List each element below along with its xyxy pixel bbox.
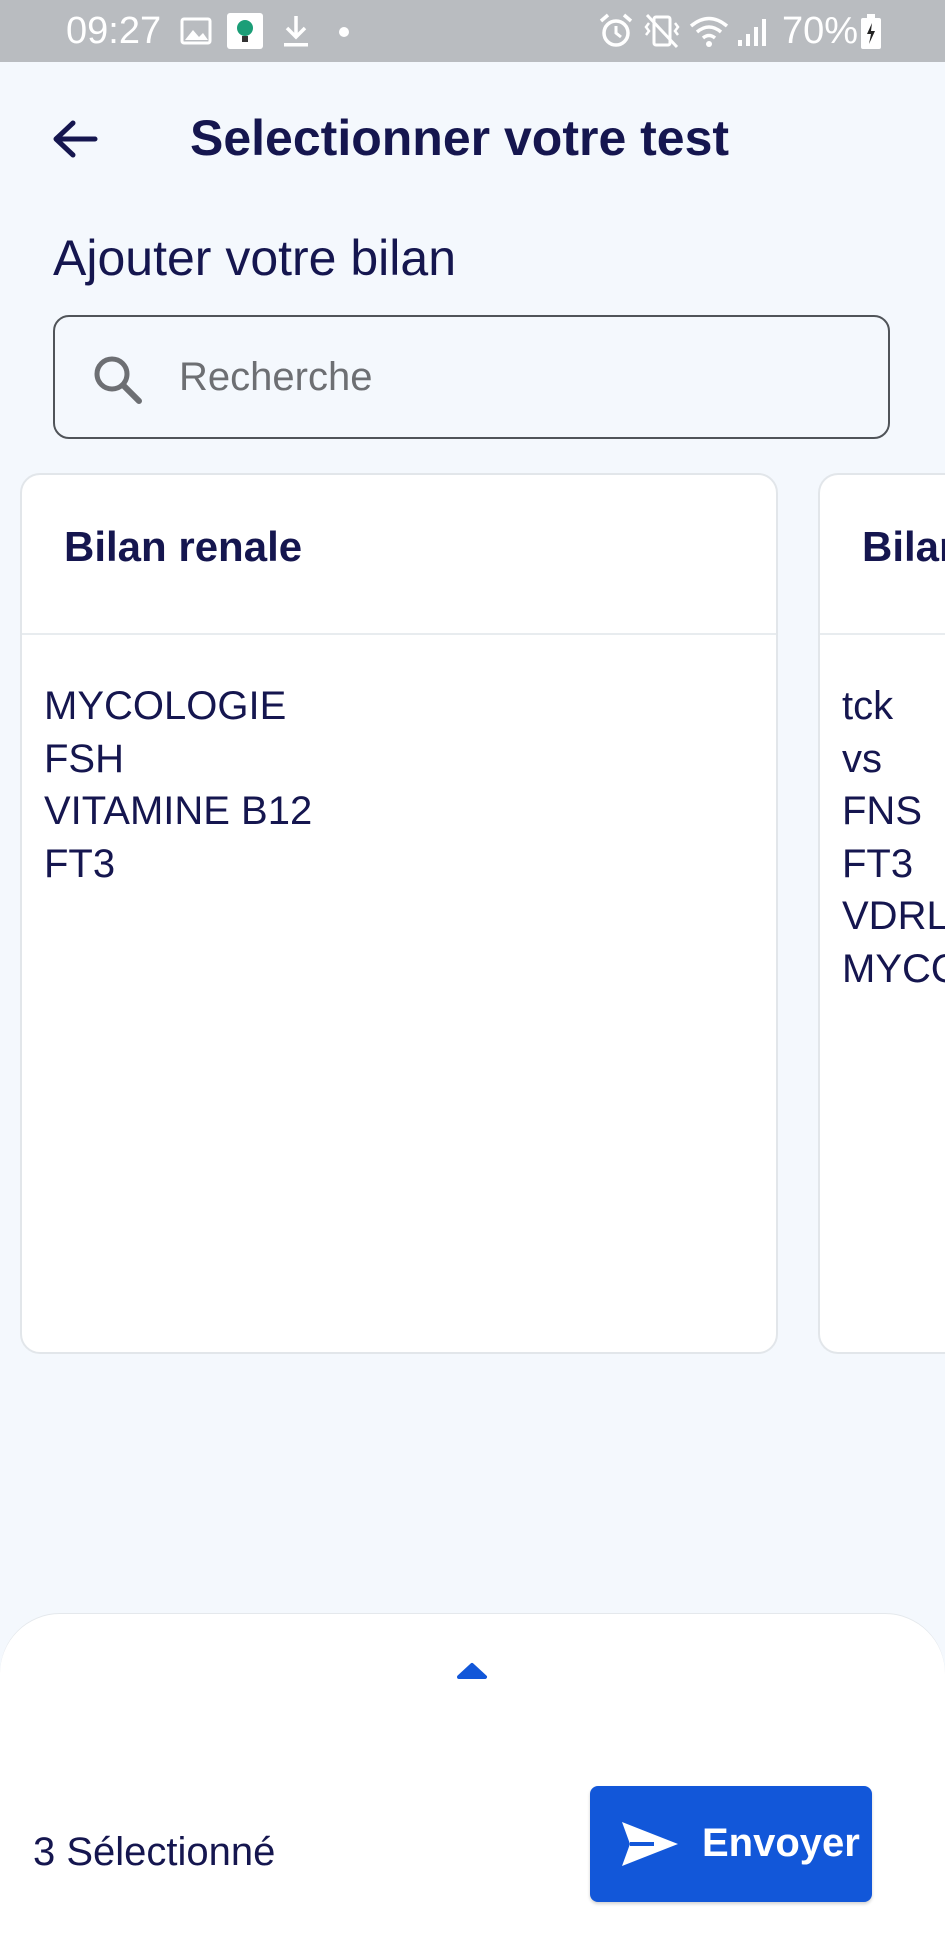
search-field[interactable] xyxy=(53,315,890,439)
search-icon xyxy=(94,356,142,404)
status-bar: 09:27 70% xyxy=(0,0,945,62)
card-header: Bilan xyxy=(820,475,945,635)
download-icon xyxy=(284,16,308,47)
list-item: vs xyxy=(842,736,882,781)
search-input[interactable] xyxy=(179,341,859,413)
arrow-left-icon xyxy=(53,120,98,158)
list-item: tck xyxy=(842,684,894,728)
bilan-card[interactable]: Bilan renale MYCOLOGIE FSH VITAMINE B12 … xyxy=(20,473,778,1354)
card-header: Bilan renale xyxy=(22,475,776,635)
card-title: Bilan xyxy=(862,523,945,570)
bilan-card[interactable]: Bilan tck vs FNS FT3 VDRL MYCO xyxy=(818,473,945,1354)
notification-app-icon xyxy=(227,13,263,49)
send-label: Envoyer xyxy=(702,1821,860,1865)
send-icon xyxy=(622,1822,678,1866)
chevron-up-icon[interactable] xyxy=(455,1660,489,1682)
back-button[interactable] xyxy=(40,104,110,174)
list-item: FT3 xyxy=(842,841,914,886)
battery-percentage: 70% xyxy=(782,10,859,52)
list-item: VDRL xyxy=(842,894,945,938)
test-list: tck vs FNS FT3 VDRL MYCO xyxy=(842,680,945,995)
list-item: FNS xyxy=(842,789,922,833)
page-title: Selectionner votre test xyxy=(190,110,730,166)
list-item: MYCO xyxy=(842,946,945,991)
selected-count: 3 Sélectionné xyxy=(33,1830,276,1874)
section-title: Ajouter votre bilan xyxy=(53,230,457,286)
list-item: VITAMINE B12 xyxy=(44,789,313,833)
dot-icon xyxy=(339,27,349,37)
status-time: 09:27 xyxy=(66,10,162,52)
send-button[interactable]: Envoyer xyxy=(590,1786,872,1902)
vibrate-icon xyxy=(644,13,680,49)
image-icon xyxy=(180,17,212,45)
list-item: MYCOLOGIE xyxy=(44,684,287,728)
signal-icon xyxy=(738,19,766,46)
wifi-icon xyxy=(689,16,729,47)
alarm-icon xyxy=(599,13,633,47)
test-list: MYCOLOGIE FSH VITAMINE B12 FT3 xyxy=(44,680,312,890)
list-item: FSH xyxy=(44,736,124,781)
card-title: Bilan renale xyxy=(64,523,303,570)
list-item: FT3 xyxy=(44,841,116,886)
screen: 09:27 70% Selectionner votre test Ajoute… xyxy=(0,0,945,1943)
battery-icon xyxy=(861,14,881,49)
bottom-sheet: 3 Sélectionné Envoyer xyxy=(0,1614,945,1943)
